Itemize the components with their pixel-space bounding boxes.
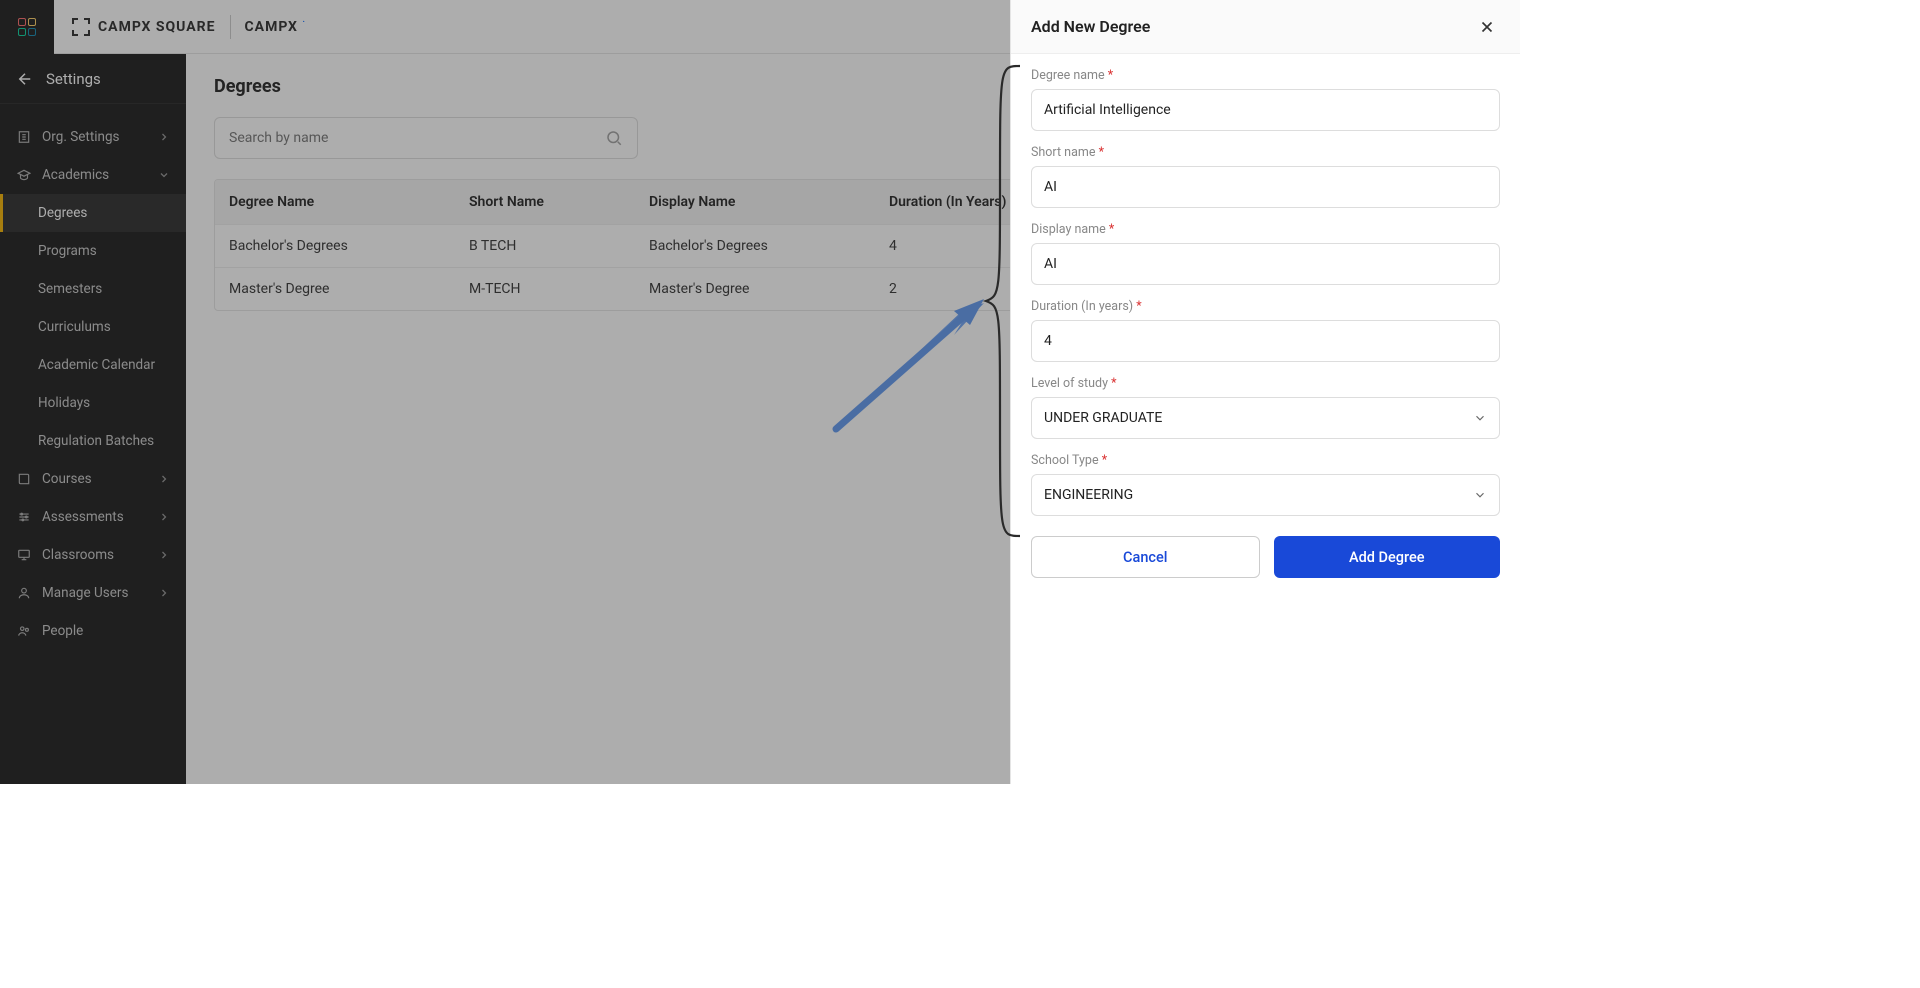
close-button[interactable] — [1474, 14, 1500, 40]
input-display-name[interactable] — [1031, 243, 1500, 285]
panel-actions: Cancel Add Degree — [1031, 536, 1500, 578]
required-mark: * — [1099, 145, 1104, 160]
close-icon — [1478, 18, 1496, 36]
select-value: ENGINEERING — [1044, 487, 1133, 503]
panel-body: Degree name * Short name * Display name … — [1011, 54, 1520, 598]
add-degree-panel: Add New Degree Degree name * Short name … — [1010, 0, 1520, 784]
cancel-button[interactable]: Cancel — [1031, 536, 1260, 578]
required-mark: * — [1111, 376, 1116, 391]
input-short-name[interactable] — [1031, 166, 1500, 208]
panel-title: Add New Degree — [1031, 17, 1150, 36]
required-mark: * — [1102, 453, 1107, 468]
label-short-name: Short name * — [1031, 145, 1500, 160]
label-duration: Duration (In years) * — [1031, 299, 1500, 314]
select-school-type[interactable]: ENGINEERING — [1031, 474, 1500, 516]
input-duration[interactable] — [1031, 320, 1500, 362]
field-duration: Duration (In years) * — [1031, 299, 1500, 362]
field-short-name: Short name * — [1031, 145, 1500, 208]
required-mark: * — [1109, 222, 1114, 237]
select-value: UNDER GRADUATE — [1044, 410, 1162, 426]
field-degree-name: Degree name * — [1031, 68, 1500, 131]
label-school-type: School Type * — [1031, 453, 1500, 468]
chevron-down-icon — [1473, 488, 1487, 502]
app-container: CAMPX SQUARE CAMPX Settings Org. Setting… — [0, 0, 1520, 784]
field-school-type: School Type * ENGINEERING — [1031, 453, 1500, 516]
required-mark: * — [1136, 299, 1141, 314]
label-display-name: Display name * — [1031, 222, 1500, 237]
label-degree-name: Degree name * — [1031, 68, 1500, 83]
field-level-of-study: Level of study * UNDER GRADUATE — [1031, 376, 1500, 439]
field-display-name: Display name * — [1031, 222, 1500, 285]
label-level-of-study: Level of study * — [1031, 376, 1500, 391]
panel-header: Add New Degree — [1011, 0, 1520, 54]
add-degree-button[interactable]: Add Degree — [1274, 536, 1501, 578]
required-mark: * — [1108, 68, 1113, 83]
select-level-of-study[interactable]: UNDER GRADUATE — [1031, 397, 1500, 439]
input-degree-name[interactable] — [1031, 89, 1500, 131]
chevron-down-icon — [1473, 411, 1487, 425]
